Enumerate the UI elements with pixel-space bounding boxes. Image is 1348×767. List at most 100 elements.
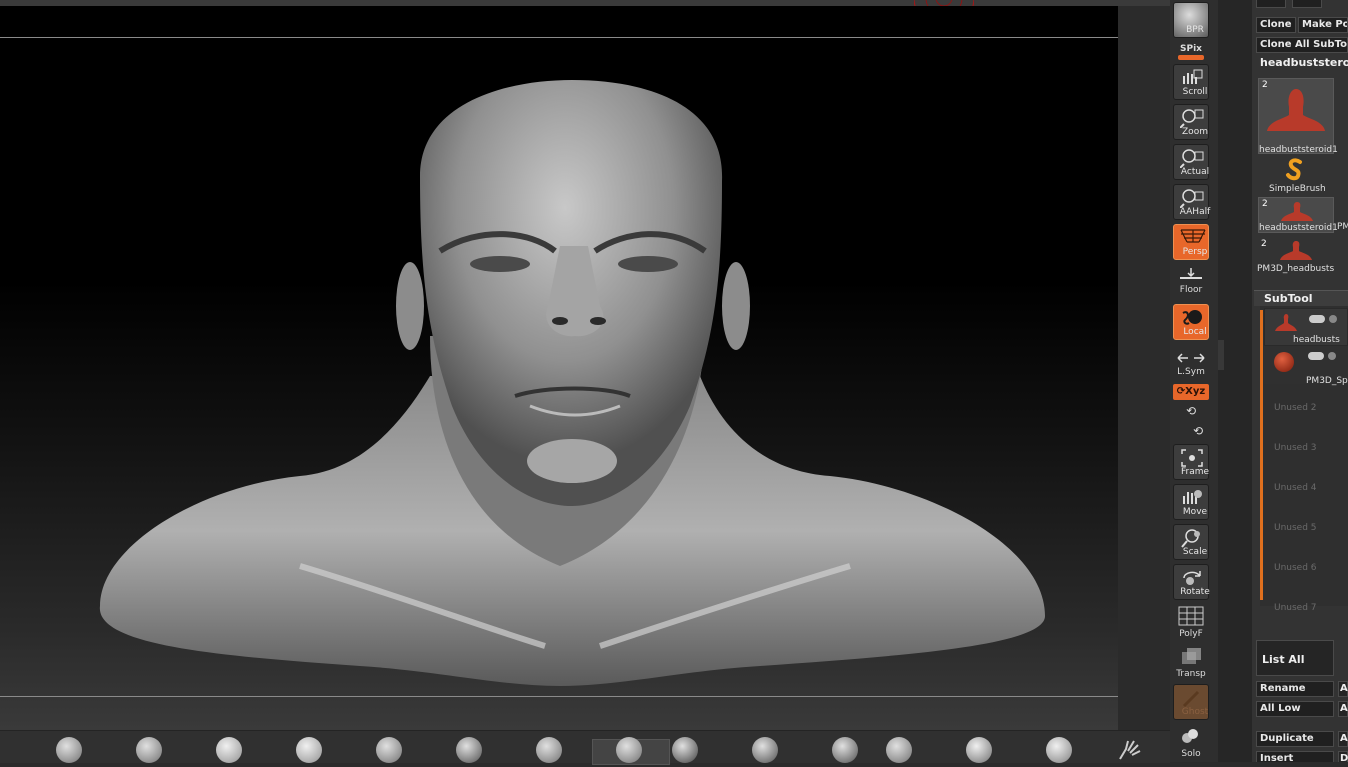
subtool-scrollbar[interactable] — [1260, 310, 1263, 600]
simple-brush-tool[interactable] — [1282, 156, 1308, 182]
subtool-item[interactable]: headbusts — [1264, 308, 1348, 346]
lsym-icon — [1177, 353, 1205, 363]
load-tool-button[interactable] — [1256, 0, 1286, 8]
brush-icon[interactable] — [832, 737, 858, 763]
spix-slider[interactable] — [1178, 55, 1204, 60]
clone-button[interactable]: Clone — [1256, 17, 1296, 33]
rotate-z-icon[interactable]: ⟲ — [1180, 424, 1216, 438]
zoom-button[interactable]: Zoom — [1173, 104, 1209, 140]
clone-all-subtools-button[interactable]: Clone All SubTo — [1256, 37, 1348, 53]
rotate-y-icon[interactable]: ⟲ — [1173, 404, 1209, 418]
actual-button[interactable]: Actual — [1173, 144, 1209, 180]
unused-slot: Unused 5 — [1274, 523, 1317, 533]
brush-icon[interactable] — [216, 737, 242, 763]
move-button[interactable]: Move — [1173, 484, 1209, 520]
visibility-toggle-icon[interactable] — [1308, 352, 1324, 360]
unused-slot: Unused 2 — [1274, 403, 1317, 413]
tool-panel: Clone Make Po Clone All SubTo headbustst… — [1252, 0, 1348, 762]
polyf-button[interactable]: PolyF — [1173, 606, 1209, 639]
bpr-label: BPR — [1186, 25, 1204, 35]
persp-button[interactable]: Persp — [1173, 224, 1209, 260]
brush-icon[interactable] — [376, 737, 402, 763]
append-button[interactable]: A — [1338, 731, 1348, 747]
ghost-button[interactable]: Ghost — [1173, 684, 1209, 720]
local-button[interactable]: Local — [1173, 304, 1209, 340]
insert-button[interactable]: Insert — [1256, 751, 1334, 762]
head-bust-red-icon — [1281, 202, 1313, 221]
sphere-red-icon — [1274, 352, 1294, 372]
ghost-icon — [1182, 690, 1200, 708]
divider-grip[interactable] — [1218, 340, 1224, 370]
make-polymesh-button[interactable]: Make Po — [1298, 17, 1348, 33]
scroll-button[interactable]: Scroll — [1173, 64, 1209, 100]
rename-button[interactable]: Rename — [1256, 681, 1334, 697]
polyf-icon — [1178, 606, 1204, 626]
visibility-toggle-icon[interactable] — [1309, 315, 1325, 323]
auto-reorder-button[interactable]: A — [1338, 681, 1348, 697]
tool-thumbnail[interactable]: 2 headbuststeroid1 — [1258, 78, 1338, 155]
bpr-button[interactable]: BPR — [1173, 2, 1209, 38]
floor-icon — [1180, 268, 1202, 279]
brush-icon[interactable] — [296, 737, 322, 763]
sculpted-bust-model[interactable] — [0, 6, 1118, 730]
solo-button[interactable]: Solo — [1173, 726, 1209, 760]
head-bust-red-icon — [1267, 89, 1325, 131]
unused-slot: Unused 4 — [1274, 483, 1317, 493]
scale-button[interactable]: Scale — [1173, 524, 1209, 560]
panel-divider — [1218, 0, 1252, 762]
aahalf-icon — [1180, 189, 1204, 208]
current-tool-name: headbuststeroi — [1260, 56, 1348, 69]
spix-label: SPix — [1180, 44, 1202, 54]
brush-icon[interactable] — [616, 737, 642, 763]
simple-brush-icon — [1286, 158, 1302, 181]
solo-toggle-icon[interactable] — [1328, 352, 1336, 360]
solo-toggle-icon[interactable] — [1329, 315, 1337, 323]
brush-tray — [0, 730, 1170, 765]
rotate-icon — [1183, 571, 1201, 585]
floor-button[interactable]: Floor — [1173, 264, 1209, 298]
brush-icon[interactable] — [456, 737, 482, 763]
zoom-icon — [1180, 109, 1204, 128]
all-high-button[interactable]: A — [1338, 701, 1348, 717]
simple-brush-label: SimpleBrush — [1269, 184, 1326, 194]
xyz-button[interactable]: ⟳Xyz — [1173, 384, 1209, 400]
subtool-header[interactable]: SubTool — [1254, 290, 1348, 306]
head-bust-red-icon — [1275, 314, 1297, 331]
move-icon — [1183, 490, 1202, 504]
rotate-button[interactable]: Rotate — [1173, 564, 1210, 600]
tool-thumbnail[interactable]: 2 PM3D_headbusts — [1257, 238, 1334, 274]
tool-thumbnail[interactable]: 2 headbuststeroid1 — [1258, 197, 1338, 233]
lsym-button[interactable]: L.Sym — [1173, 352, 1209, 382]
aahalf-button[interactable]: AAHalf — [1173, 184, 1210, 220]
list-all-button[interactable]: List All — [1256, 640, 1334, 676]
local-icon — [1182, 310, 1202, 325]
all-low-button[interactable]: All Low — [1256, 701, 1334, 717]
transp-button[interactable]: Transp — [1173, 646, 1209, 679]
brush-icon[interactable] — [536, 737, 562, 763]
brush-icon[interactable] — [752, 737, 778, 763]
save-tool-button[interactable] — [1292, 0, 1322, 8]
unused-slot: Unused 3 — [1274, 443, 1317, 453]
brush-icon[interactable] — [1046, 737, 1072, 763]
transp-icon — [1182, 648, 1201, 664]
delete-button[interactable]: D — [1338, 751, 1348, 762]
frame-button[interactable]: Frame — [1173, 444, 1209, 480]
brush-icon[interactable] — [886, 737, 912, 763]
solo-icon — [1182, 729, 1198, 743]
subtool-item[interactable]: PM3D_Sp — [1264, 346, 1348, 386]
brush-icon[interactable] — [56, 737, 82, 763]
brush-icon[interactable] — [136, 737, 162, 763]
unused-slot: Unused 7 — [1274, 603, 1317, 613]
document-canvas[interactable] — [0, 6, 1118, 730]
brush-icon[interactable] — [672, 737, 698, 763]
xyz-icon: ⟳ — [1176, 386, 1186, 397]
perspective-icon — [1180, 229, 1206, 243]
scroll-icon — [1183, 69, 1203, 84]
brush-icon[interactable] — [966, 737, 992, 763]
unused-slot: Unused 6 — [1274, 563, 1317, 573]
actual-icon — [1180, 149, 1204, 168]
scale-icon — [1181, 529, 1200, 548]
head-bust-red-icon — [1280, 241, 1312, 260]
hand-brush-icon[interactable] — [1116, 737, 1142, 763]
duplicate-button[interactable]: Duplicate — [1256, 731, 1334, 747]
